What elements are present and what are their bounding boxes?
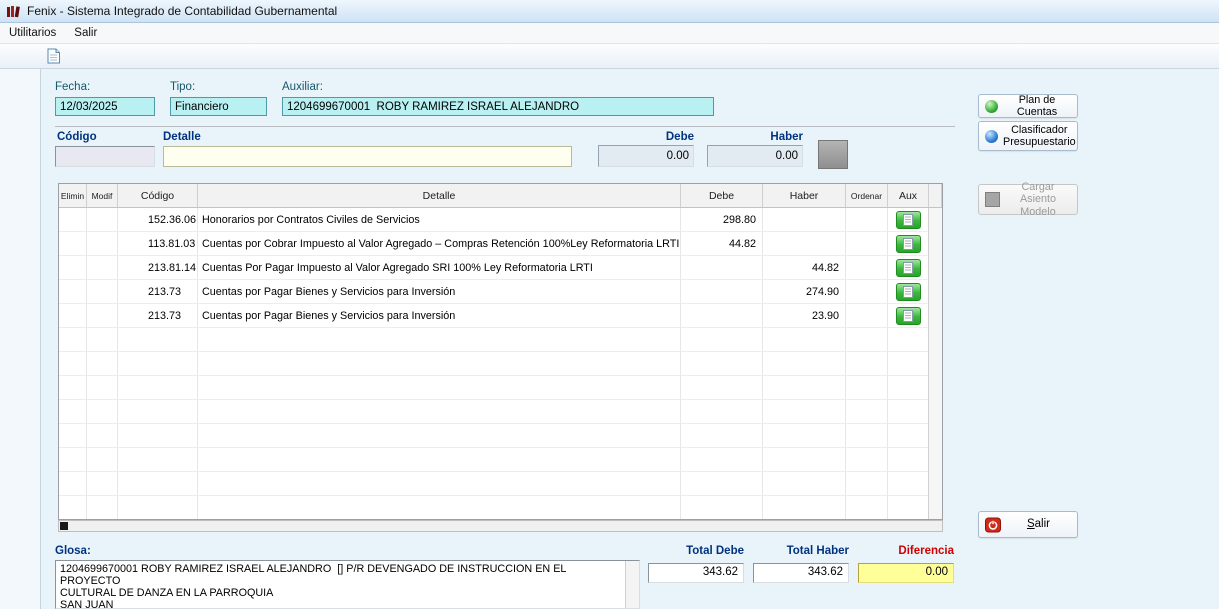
cell-debe: [681, 280, 763, 304]
total-haber-label: Total Haber: [753, 545, 849, 557]
cell-haber: 274.90: [763, 280, 846, 304]
header-haber: Haber: [763, 184, 846, 208]
cell-codigo: 152.36.06: [118, 208, 198, 232]
green-sphere-icon: [985, 100, 998, 113]
aux-button[interactable]: [896, 235, 921, 253]
table-empty-row: [59, 496, 942, 520]
new-document-button[interactable]: [42, 46, 64, 66]
tipo-label: Tipo:: [170, 81, 195, 93]
table-empty-row: [59, 448, 942, 472]
haber-input[interactable]: [707, 145, 803, 167]
table-header-row: Elimin Modif Código Detalle Debe Haber O…: [59, 184, 942, 208]
menu-utilitarios[interactable]: Utilitarios: [0, 25, 65, 41]
auxiliar-label: Auxiliar:: [282, 81, 323, 93]
window-title: Fenix - Sistema Integrado de Contabilida…: [27, 4, 337, 18]
entries-table: Elimin Modif Código Detalle Debe Haber O…: [58, 183, 943, 520]
debe-label: Debe: [598, 131, 694, 143]
header-ordenar: Ordenar: [846, 184, 888, 208]
cell-codigo: 213.81.14: [118, 256, 198, 280]
plan-de-cuentas-button[interactable]: Plan de Cuentas: [978, 94, 1078, 118]
tipo-input[interactable]: [170, 97, 267, 116]
table-empty-row: [59, 424, 942, 448]
detalle-label: Detalle: [163, 131, 201, 143]
table-empty-row: [59, 352, 942, 376]
cell-debe: [681, 304, 763, 328]
table-empty-row: [59, 472, 942, 496]
table-row[interactable]: 113.81.03 Cuentas por Cobrar Impuesto al…: [59, 232, 942, 256]
cell-codigo: 213.73: [118, 304, 198, 328]
table-row[interactable]: 213.73 Cuentas por Pagar Bienes y Servic…: [59, 304, 942, 328]
glosa-scrollbar[interactable]: [625, 561, 639, 608]
cell-haber: [763, 232, 846, 256]
aux-button[interactable]: [896, 211, 921, 229]
header-debe: Debe: [681, 184, 763, 208]
cell-codigo: 113.81.03: [118, 232, 198, 256]
total-debe-label: Total Debe: [648, 545, 744, 557]
haber-label: Haber: [707, 131, 803, 143]
menu-bar: Utilitarios Salir: [0, 23, 1219, 44]
cell-haber: [763, 208, 846, 232]
table-row[interactable]: 152.36.06 Honorarios por Contratos Civil…: [59, 208, 942, 232]
salir-button-label: Salir: [1006, 518, 1071, 531]
menu-salir[interactable]: Salir: [65, 25, 106, 41]
separator-line: [55, 126, 955, 127]
gray-square-icon: [985, 192, 1000, 207]
header-elimin: Elimin: [59, 184, 87, 208]
diferencia-label: Diferencia: [858, 545, 954, 557]
cell-detalle: Cuentas por Pagar Bienes y Servicios par…: [198, 280, 681, 304]
header-corner: [929, 184, 942, 208]
add-detail-button[interactable]: [818, 140, 848, 169]
fecha-label: Fecha:: [55, 81, 90, 93]
auxiliar-input[interactable]: [282, 97, 714, 116]
clasificador-presupuestario-button[interactable]: Clasificador Presupuestario: [978, 121, 1078, 151]
cell-debe: 298.80: [681, 208, 763, 232]
codigo-label: Código: [57, 131, 97, 143]
app-window: Fenix - Sistema Integrado de Contabilida…: [0, 0, 1219, 609]
header-modif: Modif: [87, 184, 118, 208]
cell-detalle: Cuentas por Pagar Bienes y Servicios par…: [198, 304, 681, 328]
app-icon: [5, 3, 21, 19]
codigo-input[interactable]: [55, 146, 155, 167]
cell-haber: 44.82: [763, 256, 846, 280]
cell-debe: [681, 256, 763, 280]
glosa-label: Glosa:: [55, 545, 91, 557]
debe-input[interactable]: [598, 145, 694, 167]
header-codigo: Código: [118, 184, 198, 208]
table-empty-row: [59, 328, 942, 352]
detalle-input[interactable]: [163, 146, 572, 167]
salir-button[interactable]: Salir: [978, 511, 1078, 538]
diferencia-value: 0.00: [858, 563, 954, 583]
cell-detalle: Cuentas Por Pagar Impuesto al Valor Agre…: [198, 256, 681, 280]
cargar-asiento-modelo-button[interactable]: Cargar Asiento Modelo: [978, 184, 1078, 215]
header-detalle: Detalle: [198, 184, 681, 208]
header-aux: Aux: [888, 184, 929, 208]
total-debe-value: 343.62: [648, 563, 744, 583]
blue-sphere-icon: [985, 130, 998, 143]
new-document-icon: [46, 48, 61, 64]
table-empty-row: [59, 376, 942, 400]
table-horizontal-scrollbar[interactable]: [58, 520, 943, 532]
aux-button[interactable]: [896, 307, 921, 325]
cell-debe: 44.82: [681, 232, 763, 256]
fecha-input[interactable]: [55, 97, 155, 116]
glosa-textarea[interactable]: 1204699670001 ROBY RAMIREZ ISRAEL ALEJAN…: [56, 561, 627, 608]
cell-haber: 23.90: [763, 304, 846, 328]
power-icon: [985, 517, 1001, 533]
aux-button[interactable]: [896, 283, 921, 301]
table-vertical-scrollbar[interactable]: [928, 208, 942, 519]
table-empty-row: [59, 400, 942, 424]
total-haber-value: 343.62: [753, 563, 849, 583]
aux-button[interactable]: [896, 259, 921, 277]
left-frame-strip: [0, 69, 41, 609]
table-row[interactable]: 213.73 Cuentas por Pagar Bienes y Servic…: [59, 280, 942, 304]
cell-detalle: Cuentas por Cobrar Impuesto al Valor Agr…: [198, 232, 681, 256]
scrollbar-thumb[interactable]: [60, 522, 68, 530]
glosa-box: 1204699670001 ROBY RAMIREZ ISRAEL ALEJAN…: [55, 560, 640, 609]
title-bar: Fenix - Sistema Integrado de Contabilida…: [0, 0, 1219, 23]
cell-detalle: Honorarios por Contratos Civiles de Serv…: [198, 208, 681, 232]
toolbar: [0, 44, 1219, 69]
table-row[interactable]: 213.81.14 Cuentas Por Pagar Impuesto al …: [59, 256, 942, 280]
cell-codigo: 213.73: [118, 280, 198, 304]
